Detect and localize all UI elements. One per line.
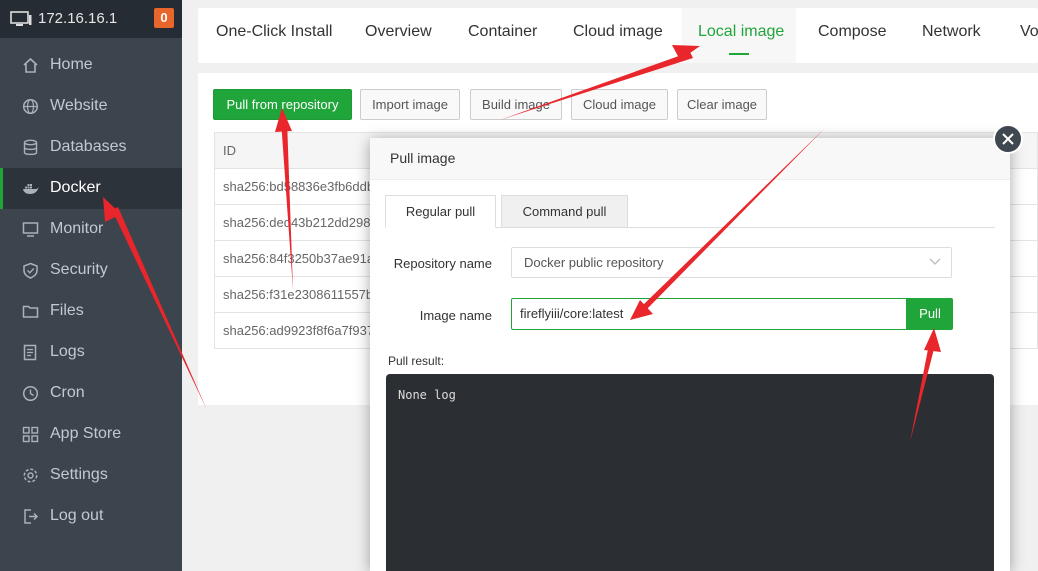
logout-icon [24,509,39,524]
sidebar-item-log-out[interactable]: Log out [0,496,182,537]
chevron-down-icon [929,258,941,265]
gear-icon [23,468,38,483]
tab-local-image[interactable]: Local image [682,8,796,63]
pull-log-console: None log [386,374,994,571]
grid-icon [22,426,39,443]
sidebar-item-security[interactable]: Security [0,250,182,291]
home-icon [23,57,38,73]
pull-from-repository-button[interactable]: Pull from repository [213,89,352,120]
image-id: sha256:bd58836e3fb6ddb [223,179,375,194]
sidebar-item-monitor[interactable]: Monitor [0,209,182,250]
active-tab-indicator [729,53,749,55]
image-id: sha256:84f3250b37ae91a [223,251,375,266]
sidebar-item-label: Website [50,97,108,114]
sidebar: 172.16.16.1 0 Home Website Databases Doc… [0,0,182,571]
tab-network[interactable]: Network [922,8,981,63]
clock-icon [22,385,39,402]
notification-badge[interactable]: 0 [154,8,174,28]
sidebar-item-settings[interactable]: Settings [0,455,182,496]
tab-compose[interactable]: Compose [818,8,886,63]
clear-image-button[interactable]: Clear image [677,89,767,120]
pull-mode-tabs: Regular pull Command pull [385,195,995,228]
dialog-header: Pull image [370,138,1010,180]
sidebar-header: 172.16.16.1 0 [0,0,182,38]
sidebar-item-label: Home [50,56,93,73]
tab-volume[interactable]: Vo [1020,8,1038,63]
shield-icon [23,262,38,279]
pull-button[interactable]: Pull [907,298,953,330]
sidebar-item-label: App Store [50,425,122,442]
host-address: 172.16.16.1 [38,10,118,27]
sidebar-item-app-store[interactable]: App Store [0,414,182,455]
sidebar-item-label: Docker [50,179,101,196]
sidebar-item-label: Files [50,302,84,319]
repository-name-label: Repository name [393,256,492,271]
import-image-button[interactable]: Import image [360,89,460,120]
sidebar-item-label: Security [50,261,108,278]
sidebar-item-databases[interactable]: Databases [0,127,182,168]
close-dialog-button[interactable] [993,124,1023,154]
docker-tabs: One-Click Install Overview Container Clo… [198,8,1038,63]
sidebar-menu: Home Website Databases Docker Monitor Se… [0,45,182,537]
sidebar-item-files[interactable]: Files [0,291,182,332]
image-name-label: Image name [419,308,492,323]
tab-cloud-image[interactable]: Cloud image [573,8,663,63]
image-id: sha256:ded43b212dd298 [223,215,371,230]
sidebar-item-label: Settings [50,466,108,483]
tab-command-pull[interactable]: Command pull [501,195,628,228]
cloud-image-button[interactable]: Cloud image [571,89,668,120]
tab-container[interactable]: Container [468,8,537,63]
image-id: sha256:f31e2308611557b [223,287,374,302]
tab-one-click-install[interactable]: One-Click Install [216,8,332,63]
log-text: None log [398,388,456,402]
log-icon [23,344,37,361]
sidebar-item-label: Cron [50,384,85,401]
server-monitor-icon [10,11,32,26]
image-id: sha256:ad9923f8f6a7f937 [223,323,375,338]
globe-icon [22,98,39,115]
build-image-button[interactable]: Build image [470,89,562,120]
sidebar-item-website[interactable]: Website [0,86,182,127]
docker-icon [23,184,39,194]
sidebar-item-label: Logs [50,343,85,360]
tab-overview[interactable]: Overview [365,8,432,63]
sidebar-item-docker[interactable]: Docker [0,168,182,209]
pull-image-dialog: Pull image Regular pull Command pull Rep… [370,138,1010,571]
pull-result-label: Pull result: [388,354,445,368]
close-icon [1002,133,1014,145]
sidebar-item-label: Log out [50,507,104,524]
monitor-icon [22,222,39,237]
sidebar-item-home[interactable]: Home [0,45,182,86]
sidebar-item-label: Databases [50,138,127,155]
repository-select[interactable]: Docker public repository [511,247,952,278]
column-header-id: ID [223,143,236,158]
tab-label: Local image [698,23,785,40]
sidebar-item-cron[interactable]: Cron [0,373,182,414]
dialog-title: Pull image [390,150,456,166]
repository-selected-value: Docker public repository [524,255,664,270]
folder-icon [22,305,39,318]
sidebar-item-logs[interactable]: Logs [0,332,182,373]
image-name-input[interactable]: fireflyiii/core:latest [511,298,907,330]
database-icon [23,139,38,156]
sidebar-item-label: Monitor [50,220,104,237]
tab-regular-pull[interactable]: Regular pull [385,195,496,228]
